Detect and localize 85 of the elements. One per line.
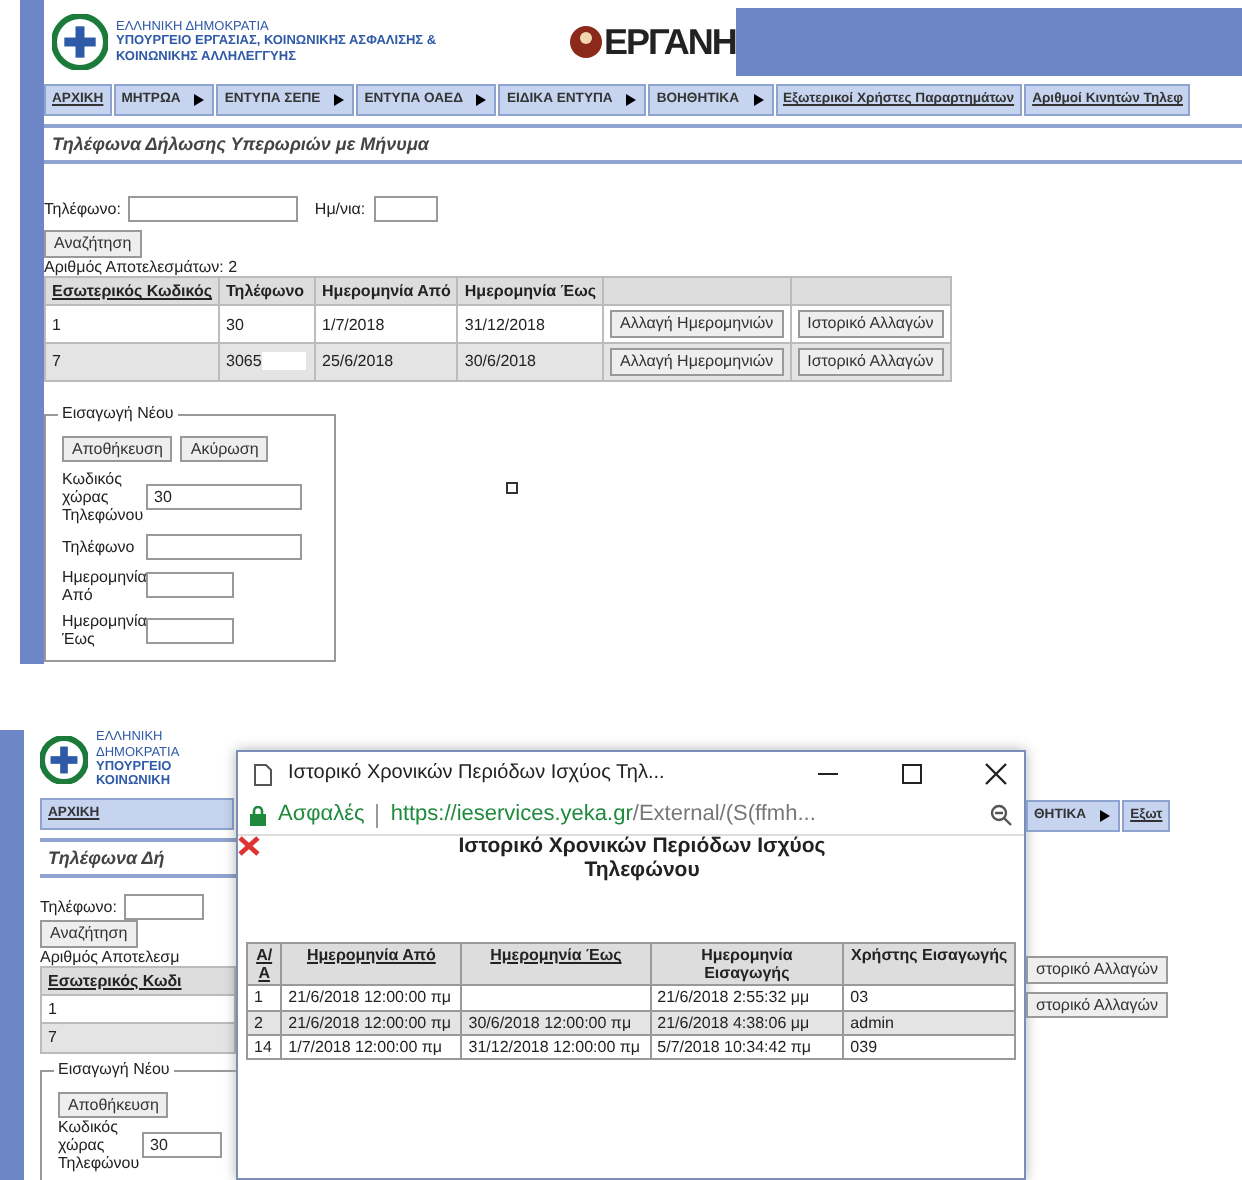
- column-header[interactable]: Εσωτερικός Κωδικός: [45, 277, 220, 306]
- results-count: Αριθμός Αποτελεσμ: [40, 947, 182, 966]
- url-host: https://ieservices.yeka.gr: [390, 802, 633, 828]
- change-dates-button[interactable]: Αλλαγή Ημερομηνιών: [610, 310, 784, 338]
- panel-legend: Εισαγωγή Νέου: [58, 403, 178, 422]
- table-cell: 2: [254, 1013, 263, 1032]
- table-cell: 3065: [226, 352, 262, 370]
- field-label: Κωδικός χώρας Τηλεφώνου: [58, 1118, 134, 1174]
- table-cell: 31/12/2018 12:00:00 πμ: [468, 1037, 641, 1056]
- save-button[interactable]: Αποθήκευση: [58, 1091, 169, 1119]
- search-button[interactable]: Αναζήτηση: [44, 230, 142, 258]
- panel-legend: Εισαγωγή Νέου: [54, 1059, 174, 1078]
- cancel-button[interactable]: Ακύρωση: [180, 435, 269, 463]
- page-title: Τηλέφωνα Δήλωσης Υπερωριών με Μήνυμα: [44, 124, 1242, 165]
- table-cell: 1: [48, 1000, 57, 1019]
- column-header[interactable]: Α/Α: [247, 943, 282, 986]
- close-icon: [984, 762, 1008, 786]
- table-cell: 31/12/2018: [464, 315, 545, 334]
- table-cell: 25/6/2018: [322, 352, 394, 371]
- emblem-icon: [52, 14, 108, 70]
- zoom-icon: [990, 804, 1012, 826]
- table-cell: 5/7/2018 10:34:42 πμ: [657, 1037, 811, 1056]
- input-field[interactable]: 30: [146, 484, 302, 511]
- date-input[interactable]: [373, 196, 438, 223]
- field-label: Ημ/νια:: [314, 200, 366, 219]
- table-cell: 7: [52, 352, 61, 371]
- arrow-right-icon: [624, 92, 639, 108]
- table-cell: 039: [850, 1037, 878, 1056]
- field-label: Τηλέφωνο:: [44, 200, 121, 219]
- field-label: Κωδικός χώρας Τηλεφώνου: [62, 470, 138, 526]
- table-cell: 21/6/2018 12:00:00 πμ: [288, 988, 451, 1007]
- table-cell: 7: [48, 1028, 57, 1047]
- secure-label: Ασφαλές: [278, 802, 365, 828]
- maximize-icon: [900, 762, 924, 786]
- square-icon: [506, 481, 518, 493]
- arrow-right-icon: [192, 92, 207, 108]
- results-count: Αριθμός Αποτελεσμάτων: 2: [44, 257, 240, 277]
- table-cell: 30/6/2018 12:00:00 πμ: [468, 1013, 632, 1032]
- popup-heading: Ιστορικό Χρονικών Περιόδων Ισχύος Τηλεφώνου: [456, 836, 828, 883]
- column-header[interactable]: Ημερομηνία Από: [281, 943, 462, 986]
- table-cell: admin: [850, 1013, 894, 1032]
- close-icon: [238, 836, 260, 856]
- table-cell: 1: [52, 315, 61, 334]
- lock-icon: [250, 805, 266, 825]
- arrow-right-icon: [474, 92, 489, 108]
- table-cell: 21/6/2018 2:55:32 μμ: [657, 988, 810, 1007]
- window-title: Ιστορικό Χρονικών Περιόδων Ισχύος Τηλ...: [288, 762, 667, 786]
- column-header[interactable]: Ημερομηνία Έως: [461, 943, 651, 986]
- change-dates-button[interactable]: Αλλαγή Ημερομηνιών: [610, 347, 784, 375]
- column-header: Τηλέφωνο: [219, 277, 316, 306]
- input-field[interactable]: [146, 617, 234, 644]
- search-button[interactable]: Αναζήτηση: [40, 920, 138, 948]
- input-field[interactable]: 30: [142, 1132, 222, 1159]
- arrow-right-icon: [332, 92, 347, 108]
- history-button[interactable]: Ιστορικό Αλλαγών: [797, 347, 944, 375]
- history-button[interactable]: στορικό Αλλαγών: [1026, 956, 1168, 984]
- table-cell: 21/6/2018 12:00:00 πμ: [288, 1013, 451, 1032]
- page-icon: [254, 763, 272, 785]
- field-label: Τηλέφωνο:: [40, 898, 117, 917]
- table-cell: 1: [254, 988, 263, 1007]
- logo-text: ΕΡΓΑΝΗ: [604, 21, 736, 63]
- column-header: Ημερομηνία Από: [315, 277, 458, 306]
- table-cell: 1/7/2018 12:00:00 πμ: [288, 1037, 443, 1056]
- field-label: Τηλέφωνο: [62, 537, 137, 556]
- emblem-icon: [40, 736, 88, 784]
- table-cell: 14: [254, 1037, 272, 1056]
- table-cell: 03: [850, 988, 869, 1007]
- column-header: Ημερομηνία Έως: [457, 277, 604, 306]
- phone-input[interactable]: [124, 894, 205, 921]
- input-field[interactable]: [146, 572, 234, 599]
- input-field[interactable]: [146, 533, 302, 560]
- save-button[interactable]: Αποθήκευση: [62, 435, 173, 463]
- history-button[interactable]: στορικό Αλλαγών: [1026, 991, 1168, 1019]
- table-cell: 21/6/2018 4:38:06 μμ: [657, 1013, 810, 1032]
- column-header: Ημερομηνία Εισαγωγής: [650, 943, 844, 986]
- phone-input[interactable]: [128, 196, 299, 223]
- table-cell: 30/6/2018: [464, 352, 536, 371]
- table-cell: 30: [226, 315, 244, 334]
- url-path: /External/(S(ffmh...: [632, 802, 818, 828]
- arrow-right-icon: [751, 92, 765, 108]
- column-header[interactable]: Εσωτερικός Κωδι: [41, 966, 235, 996]
- table-cell: 1/7/2018: [322, 315, 385, 334]
- arrow-right-icon: [1098, 808, 1113, 824]
- history-button[interactable]: Ιστορικό Αλλαγών: [797, 310, 944, 338]
- column-header: Χρήστης Εισαγωγής: [843, 943, 1015, 986]
